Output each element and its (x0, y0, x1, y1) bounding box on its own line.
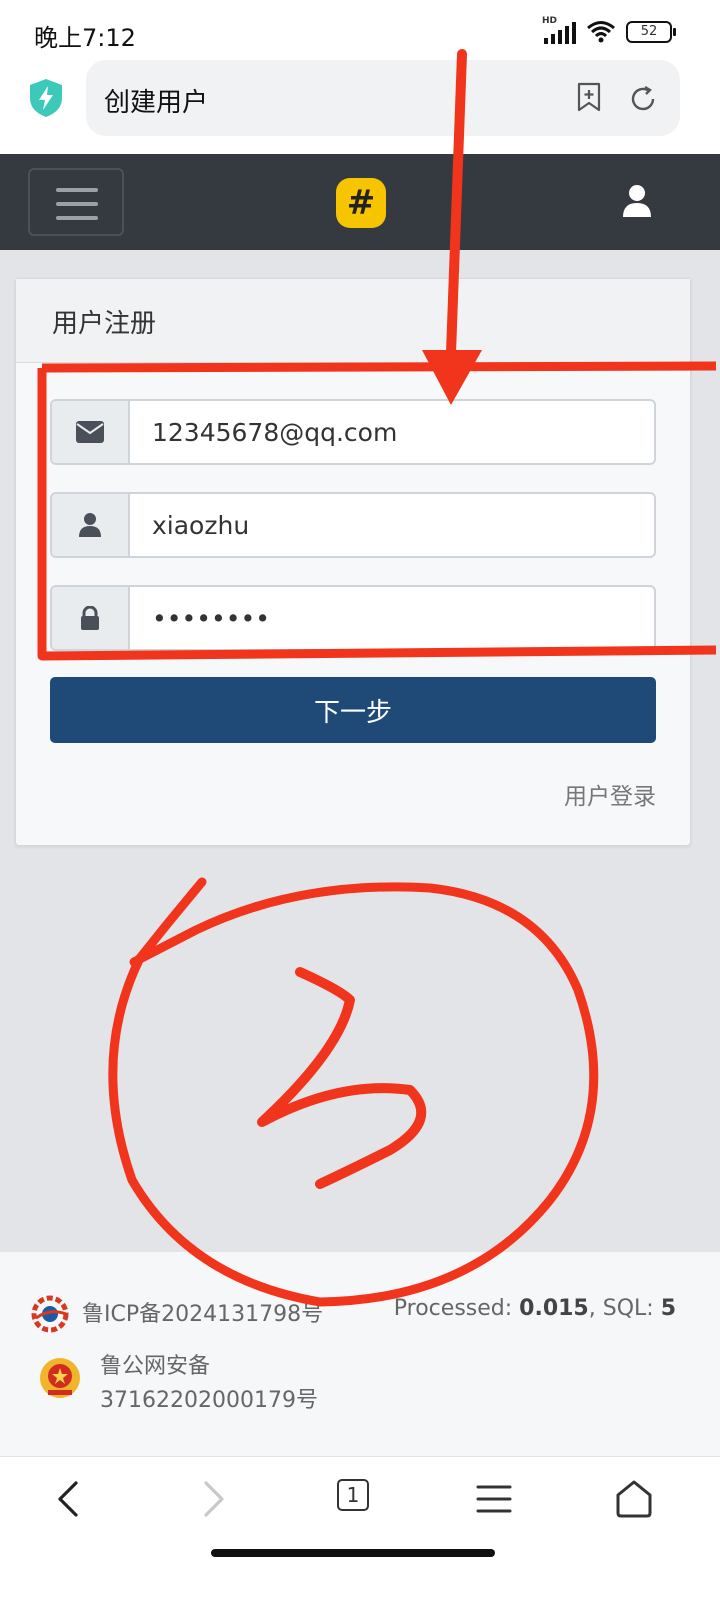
back-icon[interactable] (48, 1477, 92, 1521)
signal-icon: HD (542, 16, 576, 44)
status-bar: 晚上7:12 HD 52 (0, 0, 720, 60)
sql-label: , SQL: (588, 1296, 661, 1321)
site-logo[interactable]: # (336, 178, 386, 228)
refresh-icon[interactable] (628, 84, 658, 114)
police-record-line2[interactable]: 37162202000179号 (100, 1382, 318, 1414)
email-field[interactable] (132, 401, 654, 463)
status-icons: HD 52 (542, 16, 676, 44)
site-footer: 鲁ICP备2024131798号 Processed: 0.015, SQL: … (0, 1252, 720, 1456)
shield-icon[interactable] (28, 78, 64, 118)
lock-icon (81, 606, 99, 630)
next-button[interactable]: 下一步 (50, 677, 656, 743)
wifi-icon (587, 21, 615, 43)
menu-icon[interactable] (472, 1477, 516, 1521)
card-title: 用户注册 (16, 279, 690, 363)
email-input-group (50, 399, 656, 465)
username-addon (52, 494, 130, 556)
email-addon (52, 401, 130, 463)
envelope-icon (76, 421, 104, 443)
home-indicator[interactable] (211, 1549, 495, 1557)
annotation-number-3 (257, 967, 427, 1189)
police-record-line1[interactable]: 鲁公网安备 (100, 1348, 210, 1380)
username-input-group (50, 492, 656, 558)
icp-record-link[interactable]: 鲁ICP备2024131798号 (82, 1296, 323, 1328)
site-navbar: # (0, 154, 720, 250)
tabs-button[interactable]: 1 (337, 1479, 369, 1511)
processed-stats: Processed: 0.015, SQL: 5 (394, 1296, 676, 1321)
browser-bar: 创建用户 (0, 60, 720, 154)
processed-label: Processed: (393, 1296, 520, 1321)
register-card: 用户注册 下一步 用户登录 (15, 278, 691, 846)
browser-bottom-nav: 1 (0, 1456, 720, 1600)
user-icon[interactable] (622, 184, 652, 218)
police-emblem-icon (40, 1358, 80, 1398)
address-bar[interactable]: 创建用户 (86, 60, 680, 136)
password-addon (52, 587, 130, 649)
password-input-group (50, 585, 656, 651)
processed-value: 0.015 (519, 1296, 589, 1321)
hd-badge: HD (542, 16, 558, 26)
add-bookmark-icon[interactable] (576, 82, 602, 112)
home-icon[interactable] (612, 1477, 656, 1521)
username-field[interactable] (132, 494, 654, 556)
sql-value: 5 (660, 1296, 676, 1321)
user-icon (79, 513, 101, 537)
menu-icon (56, 188, 98, 192)
login-link[interactable]: 用户登录 (564, 777, 656, 811)
menu-toggle-button[interactable] (28, 168, 124, 236)
status-time: 晚上7:12 (34, 24, 136, 52)
battery-icon: 52 (626, 21, 676, 43)
forward-icon[interactable] (190, 1477, 234, 1521)
page-title: 创建用户 (104, 88, 209, 118)
annotation-circle (108, 877, 599, 1307)
icp-logo-icon (31, 1295, 69, 1333)
password-field[interactable] (132, 587, 654, 649)
